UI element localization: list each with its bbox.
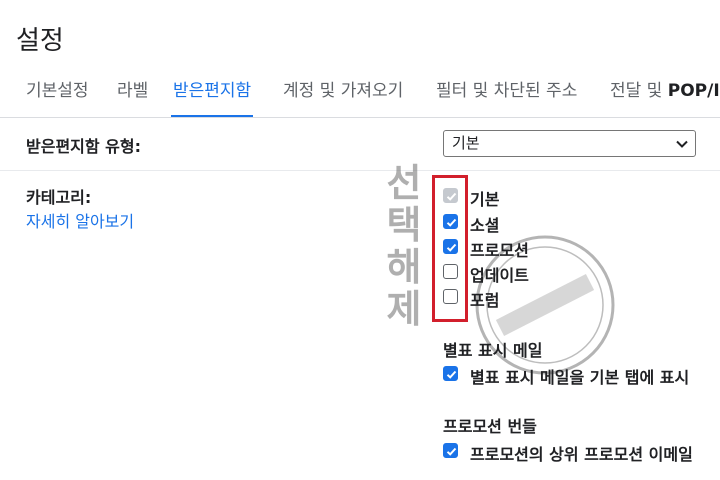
category-updates-label: 업데이트 (470, 266, 529, 285)
chevron-down-icon (676, 140, 688, 148)
page-title: 설정 (16, 26, 64, 56)
category-forums-label: 포럼 (470, 291, 500, 310)
inbox-type-selected: 기본 (452, 134, 480, 152)
tab-forwarding-pop-label: 전달 및 (610, 81, 668, 101)
category-promotions-label: 프로모션 (470, 241, 529, 260)
learn-more-link[interactable]: 자세히 알아보기 (26, 208, 134, 232)
highlight-box (432, 175, 468, 322)
settings-tabs: 기본설정 라벨 받은편지함 계정 및 가져오기 필터 및 차단된 주소 전달 및… (0, 66, 720, 118)
category-social-label: 소셜 (470, 216, 500, 235)
tab-accounts-import[interactable]: 계정 및 가져오기 (283, 66, 403, 117)
tab-labels[interactable]: 라벨 (117, 66, 148, 117)
starred-option-checkbox[interactable] (443, 366, 458, 381)
tab-inbox[interactable]: 받은편지함 (170, 66, 254, 117)
inbox-type-select[interactable]: 기본 (443, 130, 696, 157)
categories-label: 카테고리: (26, 188, 92, 207)
starred-section-title: 별표 표시 메일 (443, 341, 543, 360)
promo-bundles-section-title: 프로모션 번들 (443, 417, 537, 436)
tab-general[interactable]: 기본설정 (26, 66, 89, 117)
tab-forwarding-pop-suffix: POP/I (667, 81, 720, 101)
inbox-type-label: 받은편지함 유형: (26, 137, 142, 156)
check-icon (446, 370, 457, 379)
starred-option-label: 별표 표시 메일을 기본 탭에 표시 (470, 368, 690, 387)
promo-bundles-option-checkbox[interactable] (443, 443, 458, 458)
check-icon (446, 447, 457, 456)
category-primary-label: 기본 (470, 190, 500, 209)
promo-bundles-option-label: 프로모션의 상위 프로모션 이메일 (470, 445, 693, 464)
watermark-vertical-text: 선택해제 (386, 161, 422, 331)
divider (0, 170, 720, 171)
tab-filters-blocked[interactable]: 필터 및 차단된 주소 (436, 66, 577, 117)
tab-forwarding-pop[interactable]: 전달 및 POP/I (610, 66, 720, 117)
